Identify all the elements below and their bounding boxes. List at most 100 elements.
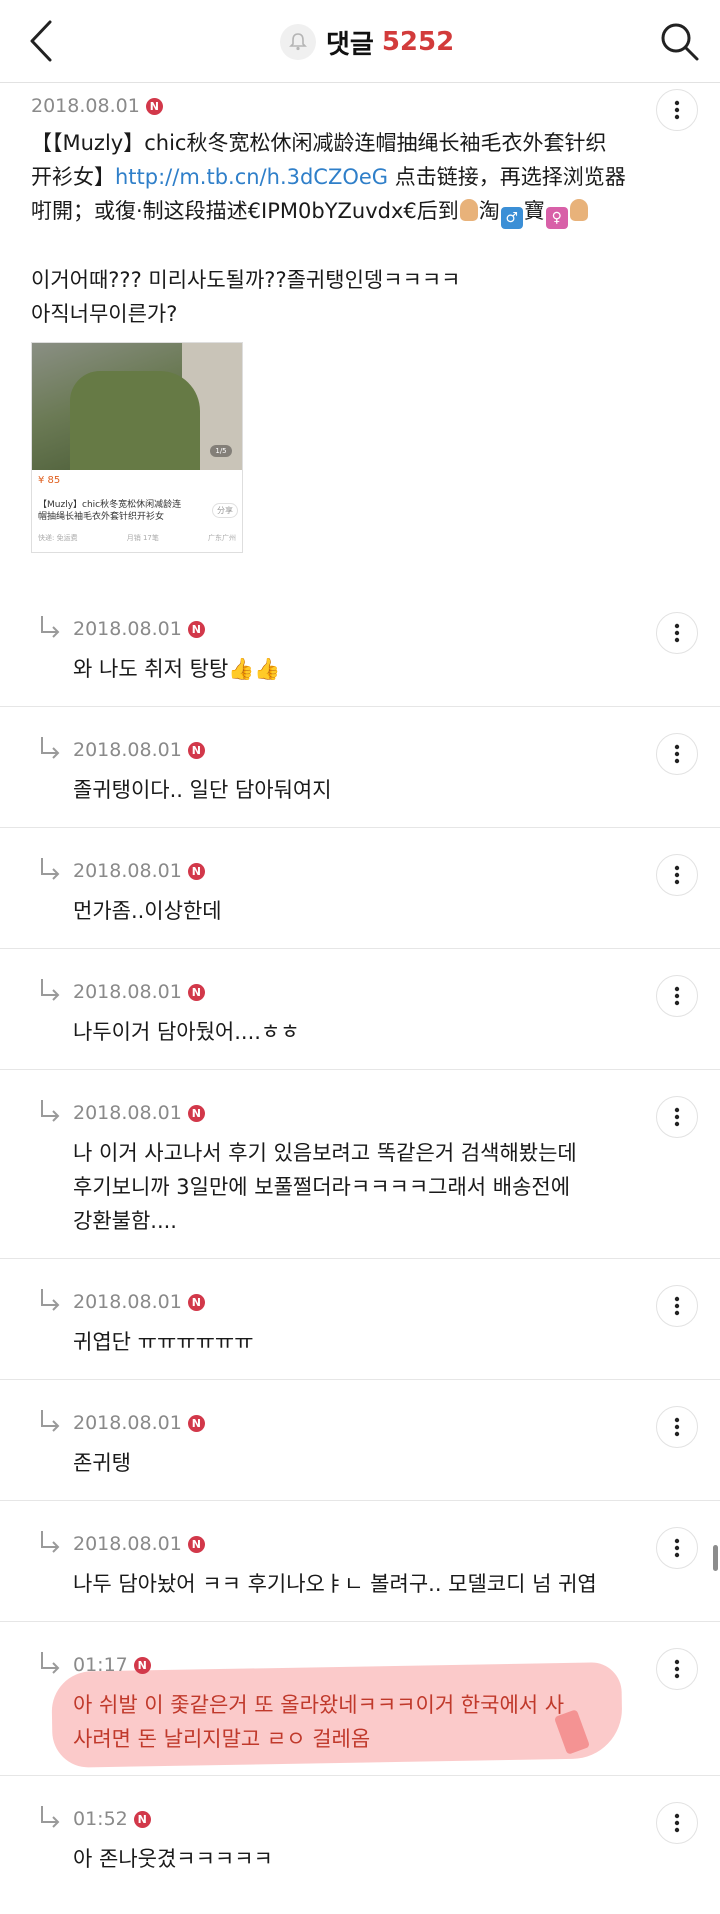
comment-body: 귀엽단 ㅠㅠㅠㅠㅠㅠ: [73, 1330, 254, 1354]
reply-item: 01:52 N 아 존나웃겼ㅋㅋㅋㅋㅋ: [0, 1776, 720, 1914]
more-vertical-icon: [674, 1296, 680, 1316]
share-button[interactable]: 分享: [212, 503, 238, 518]
reply-item: 2018.08.01 N 와 나도 취저 탕탕👍👍: [0, 586, 720, 707]
comment-meta: 2018.08.01 N: [73, 1531, 205, 1557]
reply-item: 01:17 N 아 쉬발 이 좇같은거 또 올라왔네ㅋㅋㅋ이거 한국에서 사 사…: [0, 1622, 720, 1776]
emoji-text: 寶: [523, 199, 545, 223]
male-sign-emoji-icon: ♂: [500, 207, 523, 229]
reply-arrow-icon: [41, 616, 60, 638]
reply-arrow-icon: [41, 1410, 60, 1432]
shipping-info: 快递: 免运费: [38, 534, 78, 542]
bell-icon: [289, 33, 307, 51]
reply-item: 2018.08.01 N 귀엽단 ㅠㅠㅠㅠㅠㅠ: [0, 1259, 720, 1380]
product-title: 【Muzly】chic秋冬宽松休闲减龄连帽抽绳长袖毛衣外套针织开衫女: [38, 500, 182, 522]
more-options-button[interactable]: [656, 1802, 698, 1844]
new-badge: N: [187, 1414, 205, 1432]
scrollbar-thumb[interactable]: [713, 1545, 718, 1571]
more-options-button[interactable]: [656, 89, 698, 131]
more-vertical-icon: [674, 100, 680, 120]
more-options-button[interactable]: [656, 1096, 698, 1138]
more-options-button[interactable]: [656, 1648, 698, 1690]
more-vertical-icon: [674, 744, 680, 764]
comment-meta: 01:17 N: [73, 1652, 151, 1678]
reply-arrow-icon: [41, 1289, 60, 1311]
comment-meta: 2018.08.01 N: [73, 1100, 205, 1126]
more-options-button[interactable]: [656, 975, 698, 1017]
more-options-button[interactable]: [656, 612, 698, 654]
page-title: 댓글: [326, 29, 374, 60]
reply-arrow-icon: [41, 1100, 60, 1122]
new-badge: N: [187, 862, 205, 880]
comment-body: 와 나도 취저 탕탕👍👍: [73, 657, 281, 681]
more-options-button[interactable]: [656, 1285, 698, 1327]
product-image: 1/5: [32, 343, 242, 470]
reply-item: 2018.08.01 N 졸귀탱이다.. 일단 담아둬여지: [0, 707, 720, 828]
comment-body: 졸귀탱이다.. 일단 담아둬여지: [73, 778, 332, 802]
comment-line: 아직너무이른가?: [31, 302, 178, 326]
new-badge: N: [187, 1293, 205, 1311]
reply-item: 2018.08.01 N 먼가좀..이상한데: [0, 828, 720, 949]
comment-date: 01:52: [73, 1808, 128, 1830]
new-badge: N: [133, 1656, 151, 1674]
reply-arrow-icon: [41, 858, 60, 880]
reply-item: 2018.08.01 N 나 이거 사고나서 후기 있음보려고 똑같은거 검색해…: [0, 1070, 720, 1259]
new-badge: N: [187, 620, 205, 638]
reply-item: 2018.08.01 N 나두이거 담아뒀어....ㅎㅎ: [0, 949, 720, 1070]
comment-body: 아 쉬발 이 좇같은거 또 올라왔네ㅋㅋㅋ이거 한국에서 사 사려면 돈 날리지…: [73, 1693, 565, 1751]
comment-meta: 2018.08.01 N: [73, 1289, 205, 1315]
more-vertical-icon: [674, 623, 680, 643]
comment-count: 5252: [381, 27, 455, 57]
more-vertical-icon: [674, 865, 680, 885]
chevron-left-icon: [30, 20, 52, 62]
comment-meta: 2018.08.01 N: [73, 616, 205, 642]
comment-body: 【【Muzly】chic秋冬宽松休闲减龄连帽抽绳长袖毛衣外套针织 开衫女】htt…: [31, 126, 681, 331]
comment-date: 2018.08.01: [73, 1533, 182, 1555]
comment-line: 开衫女】: [31, 165, 115, 189]
more-options-button[interactable]: [656, 733, 698, 775]
comment-date: 2018.08.01: [31, 95, 140, 117]
top-bar: 댓글 5252: [0, 0, 720, 83]
comment-date: 2018.08.01: [73, 1291, 182, 1313]
search-icon: [661, 23, 699, 61]
notification-toggle[interactable]: [280, 24, 316, 60]
new-badge: N: [187, 983, 205, 1001]
more-vertical-icon: [674, 1417, 680, 1437]
comment-meta: 2018.08.01 N: [73, 858, 205, 884]
comment-meta: 01:52 N: [73, 1806, 151, 1832]
search-button[interactable]: [656, 16, 702, 66]
more-options-button[interactable]: [656, 1527, 698, 1569]
comment-body: 나 이거 사고나서 후기 있음보려고 똑같은거 검색해봤는데 후기보니까 3일만…: [73, 1141, 577, 1233]
back-button[interactable]: [22, 16, 62, 66]
more-options-button[interactable]: [656, 1406, 698, 1448]
comment-meta: 2018.08.01 N: [73, 737, 205, 763]
comment-body: 나두이거 담아뒀어....ㅎㅎ: [73, 1020, 300, 1044]
more-vertical-icon: [674, 1107, 680, 1127]
location-info: 广东广州: [207, 534, 236, 542]
new-badge: N: [133, 1810, 151, 1828]
new-badge: N: [187, 1104, 205, 1122]
comment-meta: 2018.08.01 N: [31, 93, 163, 119]
reply-arrow-icon: [41, 1806, 60, 1828]
reply-item: 2018.08.01 N 나두 담아놨어 ㅋㅋ 후기나오ㅑㄴ 볼려구.. 모델코…: [0, 1501, 720, 1622]
comment-date: 01:17: [73, 1654, 128, 1676]
comment-date: 2018.08.01: [73, 1412, 182, 1434]
product-preview-card[interactable]: 1/5 ¥ 85 【Muzly】chic秋冬宽松休闲减龄连帽抽绳长袖毛衣外套针织…: [31, 342, 243, 553]
new-badge: N: [187, 1535, 205, 1553]
product-meta: 快递: 免运费 月销 17笔 广东广州: [38, 533, 236, 543]
comment-line: 咑開；或復·制这段描述€IPM0bYZuvdx€后到: [31, 199, 459, 223]
comment-date: 2018.08.01: [73, 618, 182, 640]
reply-arrow-icon: [41, 1652, 60, 1674]
reply-arrow-icon: [41, 737, 60, 759]
female-sign-emoji-icon: ♀: [545, 207, 568, 229]
comment-body: 아 존나웃겼ㅋㅋㅋㅋㅋ: [73, 1847, 273, 1871]
product-price: ¥ 85: [38, 475, 61, 486]
comment-date: 2018.08.01: [73, 739, 182, 761]
more-vertical-icon: [674, 1659, 680, 1679]
comment-body: 먼가좀..이상한데: [73, 899, 222, 923]
comment-meta: 2018.08.01 N: [73, 1410, 205, 1436]
comment-header: 댓글 5252: [280, 20, 454, 64]
more-options-button[interactable]: [656, 854, 698, 896]
product-link[interactable]: http://m.tb.cn/h.3dCZOeG: [115, 165, 388, 189]
more-vertical-icon: [674, 1813, 680, 1833]
comment-meta: 2018.08.01 N: [73, 979, 205, 1005]
